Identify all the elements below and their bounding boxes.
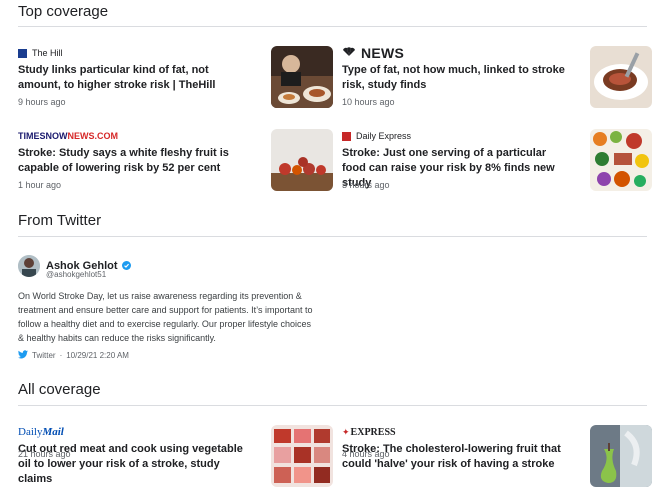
twitter-bird-icon: [18, 350, 28, 361]
divider: [18, 236, 647, 237]
peacock-icon: [342, 47, 356, 59]
tweet-author-handle: @ashokgehlot51: [46, 270, 107, 279]
article-headline[interactable]: Study links particular kind of fat, not …: [18, 63, 248, 93]
tweet-date[interactable]: 10/29/21 2:20 AM: [66, 351, 129, 360]
article-headline[interactable]: Type of fat, not how much, linked to str…: [342, 63, 572, 93]
dinner-table-photo-icon[interactable]: [271, 46, 333, 108]
section-title-top-coverage: Top coverage: [18, 3, 109, 20]
dailymail-logo-part: Mail: [42, 426, 64, 438]
source-name: NEWS: [361, 45, 405, 61]
article-time: 1 hour ago: [18, 180, 62, 190]
article-time: 9 hours ago: [18, 97, 66, 107]
verified-badge-icon: [121, 257, 131, 275]
section-title-from-twitter: From Twitter: [18, 212, 102, 229]
separator-dot: ·: [59, 351, 63, 360]
avatar[interactable]: [18, 255, 40, 277]
article-card[interactable]: The Hill Study links particular kind of …: [18, 46, 333, 118]
article-card[interactable]: ✦ EXPRESS Stroke: The cholesterol-loweri…: [342, 425, 652, 497]
article-time: 4 hours ago: [342, 449, 390, 459]
source-name: The Hill: [32, 48, 63, 58]
article-time: 10 hours ago: [342, 97, 395, 107]
tweet-body: On World Stroke Day, let us raise awaren…: [18, 291, 313, 343]
article-card[interactable]: Daily Mail Cut out red meat and cook usin…: [18, 425, 333, 497]
article-card[interactable]: TIMESNOW NEWS.COM Stroke: Study says a wh…: [18, 129, 333, 201]
divider: [18, 405, 647, 406]
article-time: 3 hours ago: [342, 180, 390, 190]
tweet-meta: Twitter · 10/29/21 2:20 AM: [18, 350, 129, 361]
daily-express-logo-icon: [342, 131, 351, 141]
tweet-platform: Twitter: [32, 351, 56, 360]
source-name: Daily Express: [356, 131, 412, 141]
pear-photo-icon[interactable]: [590, 425, 652, 487]
article-time: 21 hours ago: [18, 449, 71, 459]
dailymail-logo-part: Daily: [18, 426, 43, 438]
timesnow-logo-part: TIMESNOW: [18, 131, 68, 141]
timesnow-logo-part: NEWS.COM: [67, 131, 119, 141]
divider: [18, 26, 647, 27]
express-logo-icon: ✦: [342, 426, 350, 437]
food-spread-photo-icon[interactable]: [590, 129, 652, 191]
steak-photo-icon[interactable]: [590, 46, 652, 108]
article-card[interactable]: Daily Express Stroke: Just one serving o…: [342, 129, 652, 201]
article-card[interactable]: NEWS Type of fat, not how much, linked t…: [342, 45, 652, 118]
article-headline[interactable]: Stroke: Study says a white fleshy fruit …: [18, 146, 248, 176]
the-hill-logo-icon: [18, 48, 27, 58]
apples-photo-icon[interactable]: [271, 129, 333, 191]
section-title-all-coverage: All coverage: [18, 381, 101, 398]
red-meat-photo-icon[interactable]: [271, 425, 333, 487]
source-name: EXPRESS: [350, 426, 396, 438]
